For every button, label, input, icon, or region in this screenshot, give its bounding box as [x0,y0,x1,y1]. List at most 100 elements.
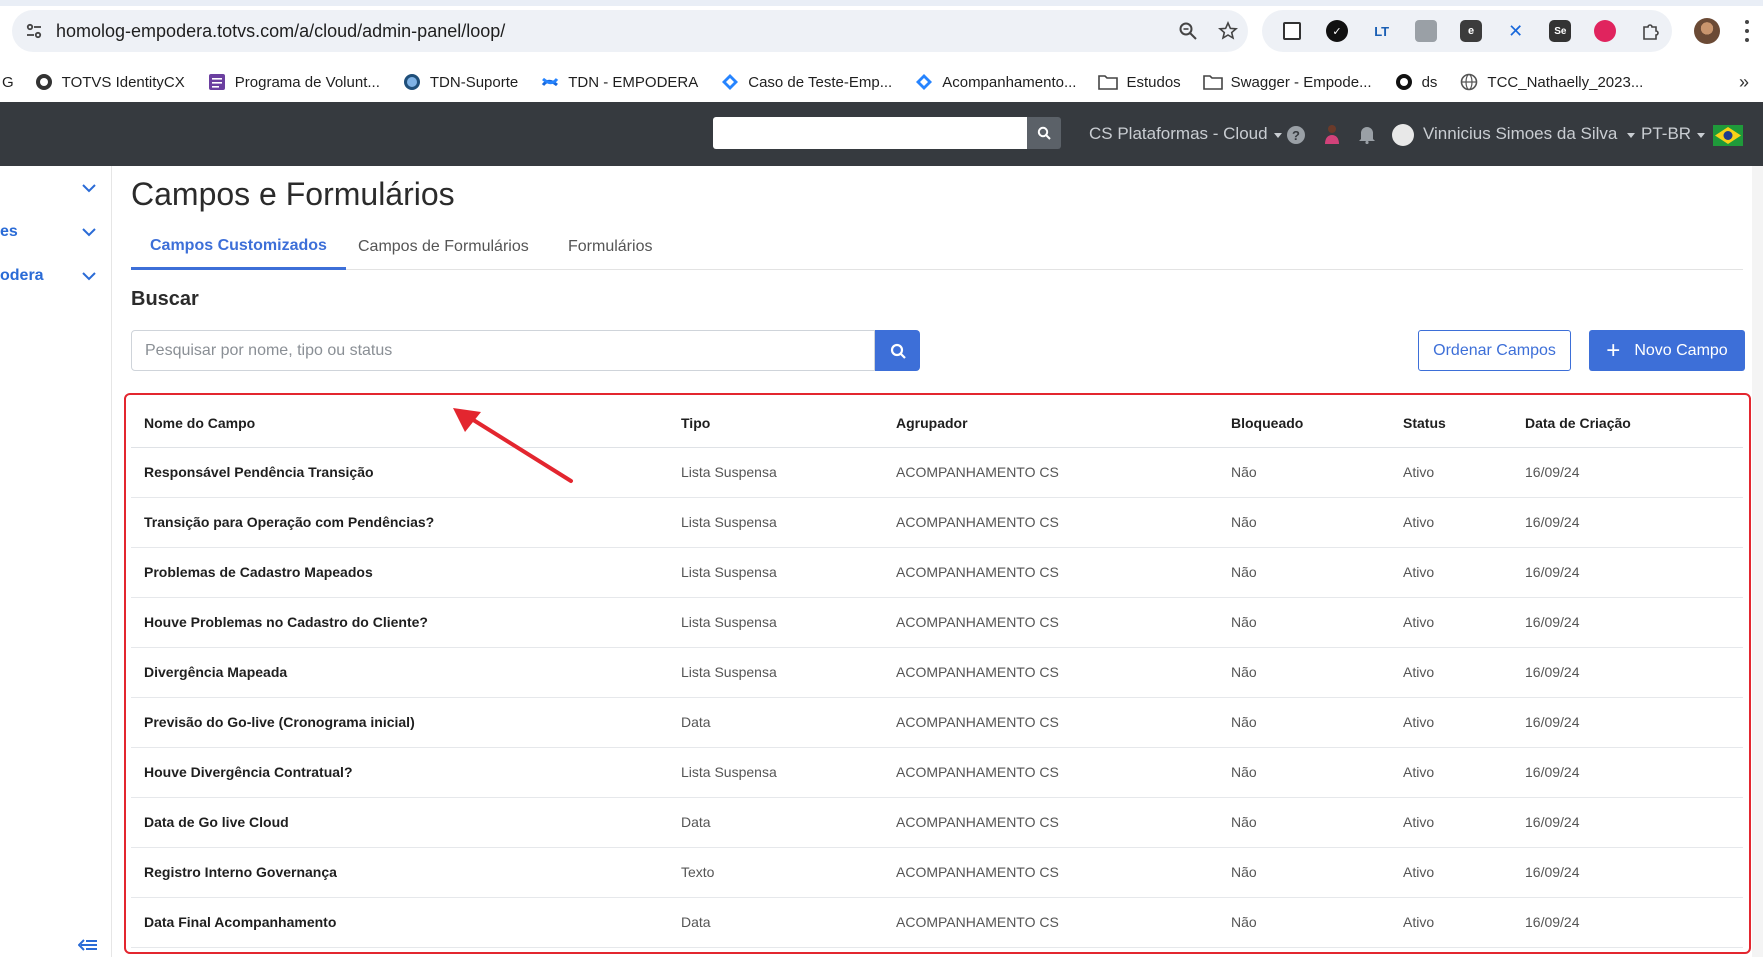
search-heading: Buscar [131,288,199,310]
table-cell: Ativo [1390,547,1512,598]
global-search-button[interactable] [1027,117,1061,149]
table-row[interactable]: Transição para Operação com Pendências? L… [131,497,1743,548]
qr-code-icon[interactable] [1270,10,1315,52]
identity-icon [1394,72,1414,92]
table-cell: ACOMPANHAMENTO CS [883,647,1218,698]
globe-icon [402,72,422,92]
table-cell: Ativo [1390,847,1512,898]
table-body: Responsável Pendência Transição Lista Sus… [131,447,1743,948]
bookmark-programa-voluntariado[interactable]: Programa de Volunt... [207,72,380,92]
help-icon[interactable]: ? [1287,126,1305,144]
chevron-down-icon [82,228,96,237]
bookmark-caso-de-teste[interactable]: Caso de Teste-Emp... [720,72,892,92]
tab-campos-de-formularios[interactable]: Campos de Formulários [358,224,529,270]
bookmark-label: TOTVS IdentityCX [61,73,185,91]
lt-extension-icon[interactable]: LT [1359,10,1404,52]
screen: homolog-empodera.totvs.com/a/cloud/admin… [0,0,1763,957]
chevron-down-icon [1697,132,1706,138]
zoom-icon[interactable] [1168,10,1208,52]
table-cell: ACOMPANHAMENTO CS [883,897,1218,948]
extensions-bar: ✓ LT e ✕ Se [1262,10,1672,52]
bookmark-tcc[interactable]: TCC_Nathaelly_2023... [1459,72,1643,92]
organization-dropdown[interactable]: CS Plataformas - Cloud [1089,102,1282,166]
table-row[interactable]: Previsão do Go-live (Cronograma inicial)… [131,697,1743,748]
global-search-input[interactable] [713,117,1027,149]
sidebar: es odera [0,166,112,957]
column-header[interactable]: Data de Criação [1512,399,1743,448]
sidebar-item-2[interactable]: es [0,210,112,254]
folder-icon [1202,72,1223,92]
table-row[interactable]: Responsável Pendência Transição Lista Sus… [131,447,1743,498]
collapse-sidebar-icon[interactable] [78,938,98,952]
table-row[interactable]: Houve Divergência Contratual? Lista Suspe… [131,747,1743,798]
bookmark-label: TCC_Nathaelly_2023... [1487,73,1644,91]
sidebar-item-1[interactable] [0,166,112,210]
app-header: CS Plataformas - Cloud ? Vinnicius Simoe… [0,102,1763,166]
bookmark-tdn-suporte[interactable]: TDN-Suporte [402,72,518,92]
bookmarks-overflow-button[interactable]: » [1739,72,1749,93]
table-cell: 16/09/24 [1512,897,1743,948]
bookmark-label: Caso de Teste-Emp... [748,73,893,91]
new-field-button[interactable]: + Novo Campo [1589,330,1745,371]
bookmark-estudos[interactable]: Estudos [1098,72,1181,92]
table-cell: ACOMPANHAMENTO CS [883,547,1218,598]
cross-extension-icon[interactable]: ✕ [1493,10,1538,52]
bookmark-totvs-identitycx[interactable]: TOTVS IdentityCX [34,72,185,92]
browser-menu-icon[interactable] [1744,20,1750,42]
edge-extension-icon[interactable]: e [1449,10,1494,52]
check-circle-icon[interactable]: ✓ [1315,10,1360,52]
table-cell: Data de Go live Cloud [131,797,668,848]
page-scrollbar[interactable] [1752,166,1763,957]
table-cell: Lista Suspensa [668,447,883,498]
language-selector[interactable]: PT-BR [1641,102,1706,166]
url-text[interactable]: homolog-empodera.totvs.com/a/cloud/admin… [56,21,1168,42]
column-header[interactable]: Agrupador [883,399,1218,448]
tab-formularios[interactable]: Formulários [568,224,652,270]
sidebar-item-3[interactable]: odera [0,254,112,298]
bookmark-acompanhamento[interactable]: Acompanhamento... [914,72,1076,92]
brazil-flag-icon[interactable] [1713,125,1743,146]
user-menu[interactable]: Vinnicius Simoes da Silva [1423,102,1636,166]
search-field[interactable] [131,330,875,371]
bookmark-swagger[interactable]: Swagger - Empode... [1202,72,1372,92]
selenium-icon[interactable]: Se [1538,10,1583,52]
user-avatar[interactable] [1392,124,1414,146]
table-cell: Não [1218,447,1390,498]
bookmark-prefix[interactable]: G [2,74,14,91]
table-cell: Lista Suspensa [668,547,883,598]
table-row[interactable]: Data Final Acompanhamento Data ACOMPANHAME… [131,897,1743,948]
search-input[interactable] [145,341,874,360]
bookmark-tdn-empodera[interactable]: TDN - EMPODERA [540,72,698,92]
column-header[interactable]: Tipo [668,399,883,448]
camera-icon[interactable] [1404,10,1449,52]
bell-icon[interactable] [1358,124,1376,144]
page-title: Campos e Formulários [131,176,455,212]
table-row[interactable]: Registro Interno Governança Texto ACOMPANH… [131,847,1743,898]
bookmark-label: Programa de Volunt... [234,73,380,91]
table-cell: Ativo [1390,897,1512,948]
table-row[interactable]: Data de Go live Cloud Data ACOMPANHAMENTO … [131,797,1743,848]
column-header[interactable]: Status [1390,399,1512,448]
table-row[interactable]: Problemas de Cadastro Mapeados Lista Susp… [131,547,1743,598]
puzzle-icon[interactable] [1627,10,1672,52]
bookmark-label: Estudos [1126,73,1181,91]
bookmark-ds[interactable]: ds [1394,72,1437,92]
person-icon[interactable] [1323,123,1341,145]
site-settings-icon[interactable] [12,10,56,52]
strawberry-icon[interactable] [1583,10,1628,52]
order-fields-button[interactable]: Ordenar Campos [1418,330,1571,371]
table-cell: Não [1218,847,1390,898]
profile-avatar[interactable] [1694,18,1720,44]
address-bar[interactable]: homolog-empodera.totvs.com/a/cloud/admin… [12,10,1248,52]
star-icon[interactable] [1208,10,1248,52]
column-header[interactable]: Bloqueado [1218,399,1390,448]
table-cell: Não [1218,497,1390,548]
table-row[interactable]: Divergência Mapeada Lista Suspensa ACOMPAN… [131,647,1743,698]
jira-icon [914,72,934,92]
table-row[interactable]: Houve Problemas no Cadastro do Cliente? L… [131,597,1743,648]
identity-icon [34,72,54,92]
table-cell: Ativo [1390,697,1512,748]
table-cell: Lista Suspensa [668,497,883,548]
tab-campos-customizados[interactable]: Campos Customizados [131,224,346,270]
search-button[interactable] [875,330,920,371]
